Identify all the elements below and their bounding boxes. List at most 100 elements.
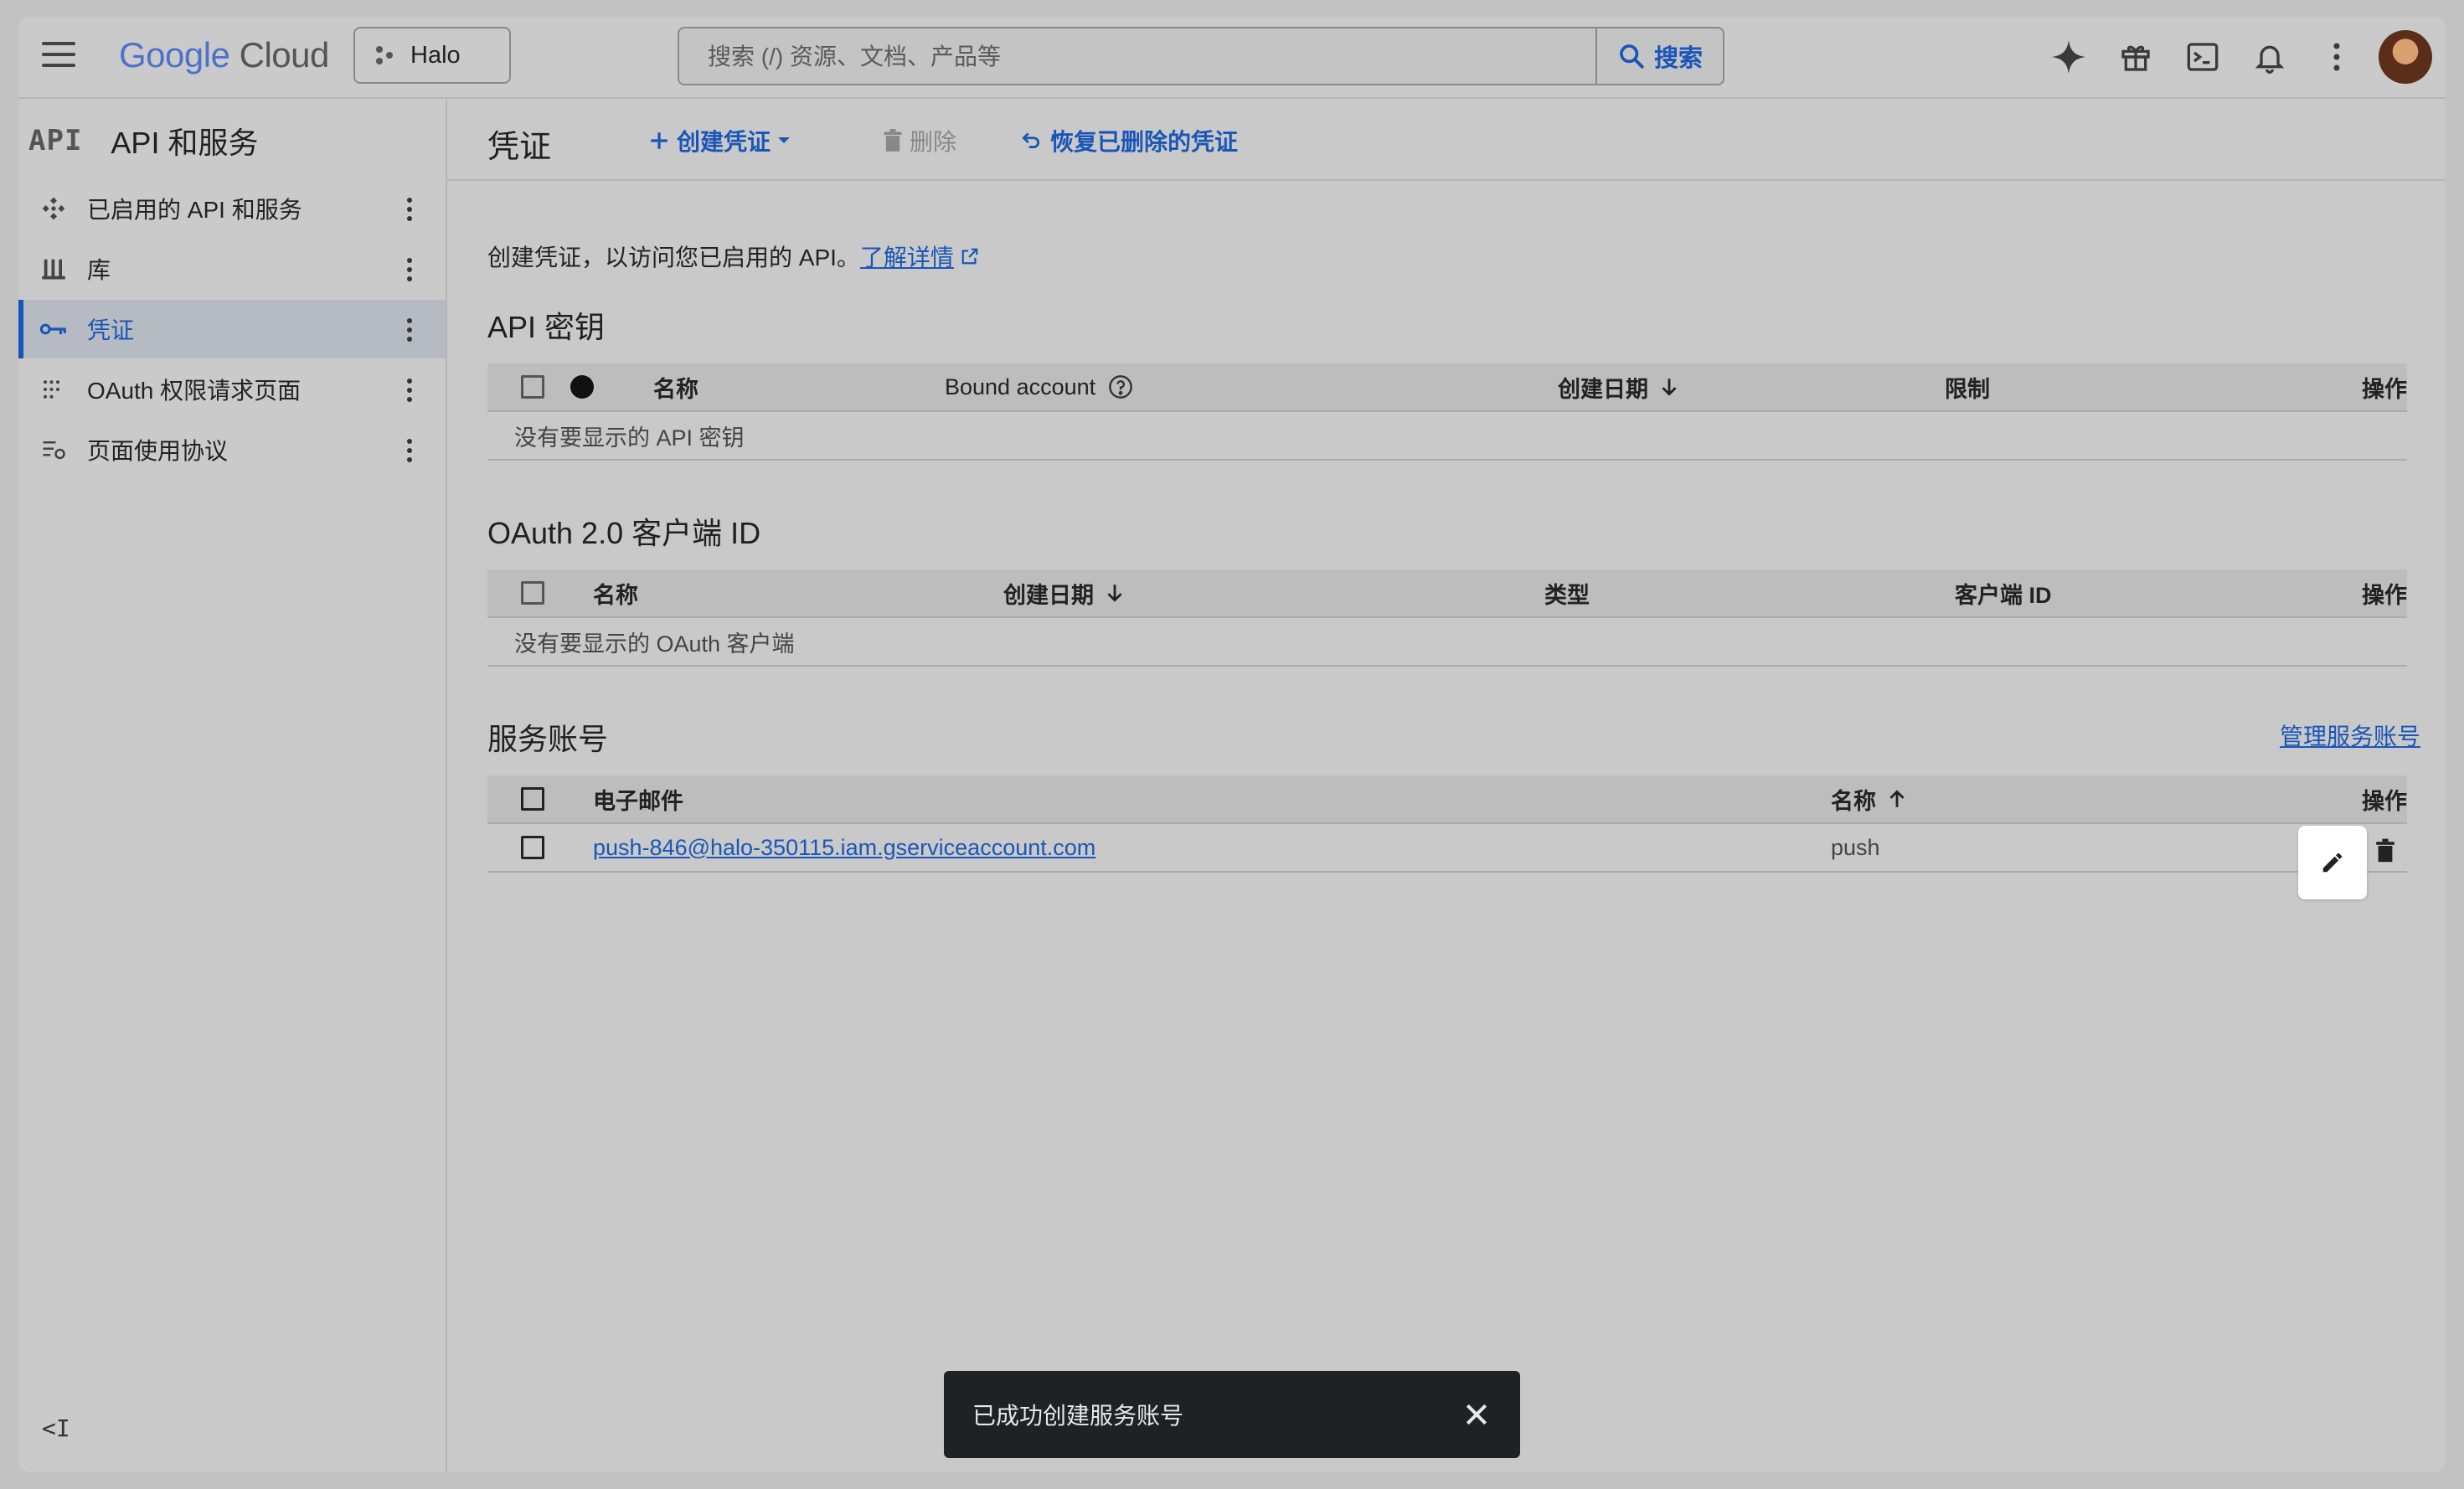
avatar[interactable] (2379, 30, 2432, 84)
more-vert-icon[interactable] (2317, 37, 2357, 77)
delete-row-button[interactable] (2369, 834, 2402, 868)
project-picker-button[interactable]: Halo (353, 27, 511, 84)
more-vert-icon[interactable] (407, 379, 414, 406)
table-header: 电子邮件 名称 操作 (487, 775, 2407, 824)
select-all-checkbox[interactable] (521, 375, 544, 399)
gift-icon[interactable] (2116, 37, 2156, 77)
table-header: 名称 创建日期 类型 客户端 ID 操作 (487, 569, 2407, 618)
learn-more-link[interactable]: 了解详情 (860, 245, 954, 270)
restore-deleted-credentials-button[interactable]: 恢复已删除的凭证 (1018, 124, 1238, 157)
sidebar-item-label: 库 (87, 257, 111, 283)
search-icon (1620, 44, 1644, 69)
undo-icon (1022, 132, 1039, 148)
empty-row: 没有要显示的 OAuth 客户端 (487, 618, 2407, 667)
table-header: 名称 Bound account 创建日期 限制 操作 (487, 363, 2407, 412)
plus-icon (651, 132, 668, 149)
manage-service-accounts-link[interactable]: 管理服务账号 (2280, 719, 2420, 752)
page-title: 凭证 (487, 130, 552, 165)
project-icon (376, 46, 393, 64)
menu-icon[interactable] (42, 42, 75, 72)
more-vert-icon[interactable] (407, 318, 414, 346)
more-vert-icon[interactable] (407, 439, 414, 466)
cloud-shell-icon[interactable] (2183, 37, 2223, 77)
api-logo-icon: API (28, 124, 83, 157)
more-vert-icon[interactable] (407, 198, 414, 225)
pencil-icon (2322, 853, 2343, 873)
sidebar-item-label: 页面使用协议 (87, 438, 229, 464)
app-window: Google Cloud Halo 搜索 (/) 资源、文档、产品等 搜索 AP… (18, 17, 2446, 1472)
sidebar: API API 和服务 已启用的 API 和服务 库 凭证 OAuth 权限请求… (18, 99, 447, 1472)
logo-cloud: Cloud (239, 35, 330, 75)
gemini-sparkle-icon[interactable] (2049, 37, 2089, 77)
service-accounts-table: 电子邮件 名称 操作 push-846@halo-350115.iam.gser… (487, 775, 2407, 873)
logo-google: Google (119, 35, 230, 75)
edit-button[interactable] (2298, 826, 2367, 899)
empty-row: 没有要显示的 API 密钥 (487, 412, 2407, 461)
api-keys-title: API 密钥 (487, 310, 606, 344)
search-bar: 搜索 (678, 27, 1724, 85)
select-all-checkbox[interactable] (521, 787, 544, 811)
service-account-email-link[interactable]: push-846@halo-350115.iam.gserviceaccount… (593, 835, 1095, 861)
sidebar-item-label: OAuth 权限请求页面 (87, 378, 302, 404)
column-header: 名称 (653, 376, 698, 402)
sidebar-item-enabled-apis[interactable]: 已启用的 API 和服务 (18, 179, 446, 238)
snackbar: 已成功创建服务账号 (944, 1371, 1520, 1458)
row-checkbox[interactable] (521, 836, 544, 859)
sidebar-header: API API 和服务 (28, 119, 258, 162)
dropdown-arrow-icon (778, 137, 791, 143)
trash-icon (884, 129, 902, 152)
column-header: 限制 (1945, 376, 1990, 402)
close-icon[interactable] (1463, 1401, 1490, 1428)
search-button-label: 搜索 (1653, 45, 1703, 72)
snackbar-message: 已成功创建服务账号 (972, 1403, 1184, 1429)
api-keys-table: 名称 Bound account 创建日期 限制 操作 没有要显示的 API 密… (487, 363, 2407, 461)
search-input[interactable] (679, 28, 1580, 85)
bound-account-header: Bound account (945, 374, 1096, 399)
create-credentials-label: 创建凭证 (677, 129, 771, 155)
created-date-header: 创建日期 (1003, 582, 1094, 608)
column-header: 客户端 ID (1955, 582, 2052, 608)
trash-icon (2376, 838, 2394, 863)
delete-label: 删除 (910, 129, 957, 155)
status-dot-icon (570, 375, 594, 399)
empty-message: 没有要显示的 OAuth 客户端 (514, 631, 795, 657)
intro-text: 创建凭证，以访问您已启用的 API。了解详情 (487, 240, 979, 273)
collapse-sidebar-button[interactable]: <I (42, 1414, 70, 1442)
column-header-created[interactable]: 创建日期 (1558, 363, 1680, 410)
oauth-table: 名称 创建日期 类型 客户端 ID 操作 没有要显示的 OAuth 客户端 (487, 569, 2407, 667)
column-header: 操作 (2362, 582, 2407, 608)
column-header-bound-account: Bound account (945, 363, 1134, 410)
sidebar-item-oauth-consent[interactable]: OAuth 权限请求页面 (18, 360, 446, 419)
intro-description: 创建凭证，以访问您已启用的 API。 (487, 245, 860, 270)
oauth-title: OAuth 2.0 客户端 ID (487, 516, 761, 550)
page-toolbar: 凭证 创建凭证 删除 恢复已删除的凭证 (447, 99, 2446, 181)
google-cloud-logo[interactable]: Google Cloud (119, 35, 329, 75)
delete-button[interactable]: 删除 (883, 124, 956, 157)
column-header: 操作 (2362, 376, 2407, 402)
name-header: 名称 (1831, 788, 1876, 814)
sidebar-item-library[interactable]: 库 (18, 240, 446, 298)
notifications-icon[interactable] (2250, 37, 2290, 77)
column-header: 类型 (1544, 582, 1590, 608)
sidebar-item-credentials[interactable]: 凭证 (18, 300, 446, 358)
sort-asc-icon (1889, 790, 1905, 807)
empty-message: 没有要显示的 API 密钥 (514, 425, 745, 451)
service-account-name: push (1831, 834, 1880, 860)
column-header: 操作 (2362, 788, 2407, 814)
sort-desc-icon (1662, 379, 1677, 396)
help-icon[interactable] (1107, 374, 1134, 400)
more-vert-icon[interactable] (407, 258, 414, 286)
select-all-checkbox[interactable] (521, 581, 544, 605)
search-button[interactable]: 搜索 (1595, 28, 1723, 84)
sidebar-item-page-usage[interactable]: 页面使用协议 (18, 420, 446, 479)
top-bar: Google Cloud Halo 搜索 (18, 17, 2446, 99)
table-row: push-846@halo-350115.iam.gserviceaccount… (487, 824, 2407, 873)
column-header-name[interactable]: 名称 (1831, 775, 1908, 822)
created-date-header: 创建日期 (1558, 376, 1648, 402)
page-usage-icon (39, 435, 69, 465)
column-header-created[interactable]: 创建日期 (1003, 569, 1126, 616)
column-header: 名称 (593, 582, 638, 608)
sidebar-item-label: 凭证 (87, 317, 135, 343)
create-credentials-button[interactable]: 创建凭证 (648, 124, 791, 157)
library-icon (39, 254, 69, 284)
